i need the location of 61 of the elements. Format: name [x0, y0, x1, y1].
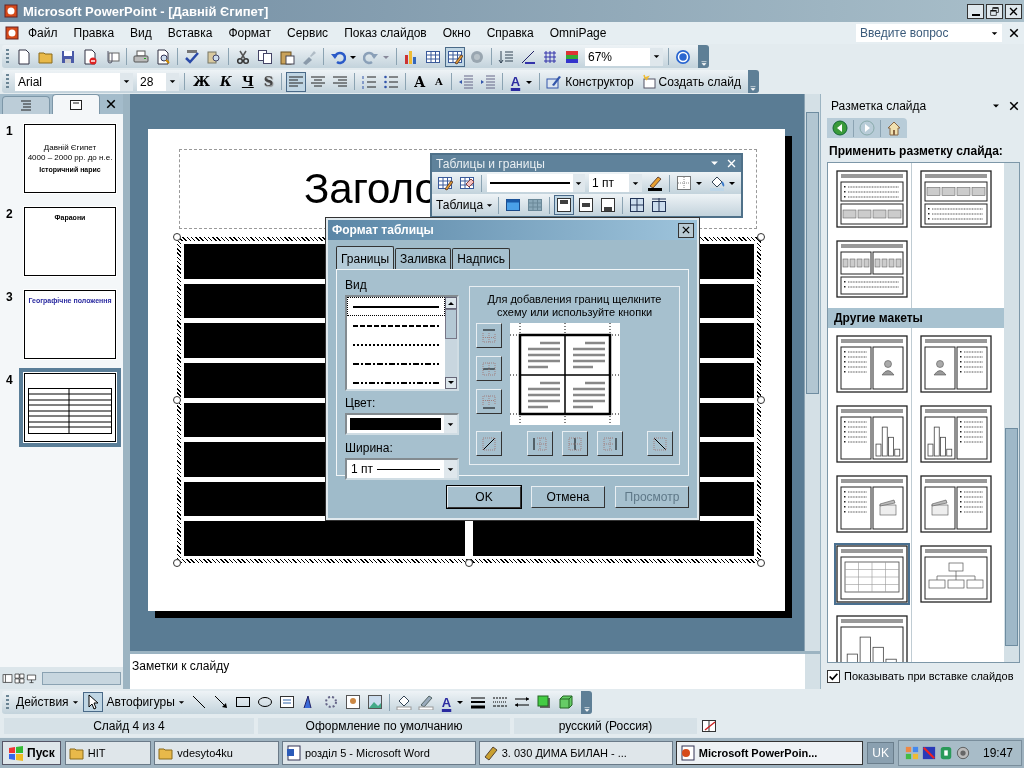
table-menu[interactable]: Таблица	[434, 195, 496, 215]
autoshapes-menu[interactable]: Автофигуры	[103, 692, 188, 712]
task-pane-title: Разметка слайда	[831, 99, 928, 113]
design-button[interactable]: Конструктор	[543, 71, 637, 92]
checkbox-label: Показывать при вставке слайдов	[844, 670, 1014, 682]
new-slide-button[interactable]: Создать слайд	[636, 71, 744, 92]
clock: 19:47	[982, 746, 1013, 760]
actions-menu[interactable]: Действия	[13, 692, 82, 712]
slide-number: 2	[6, 207, 14, 221]
grow-font-button[interactable]: A	[409, 71, 431, 92]
menu-item[interactable]: Файл	[20, 26, 66, 40]
hint-text: Для добавления границ щелкните схему или используйте кнопки	[486, 293, 663, 319]
taskbar-button[interactable]: vdesyto4ku	[154, 741, 279, 765]
start-button[interactable]: Пуск	[2, 741, 61, 765]
zoom-combo[interactable]: 67%	[585, 47, 663, 66]
menu-item[interactable]: Справка	[478, 26, 542, 40]
menu-item[interactable]: Вид	[122, 26, 160, 40]
field-label: Ширина:	[345, 441, 394, 455]
font-color-button[interactable]: A	[436, 692, 457, 712]
shadow-button[interactable]: S	[258, 71, 279, 92]
field-label: Вид	[345, 278, 368, 292]
slide-number: 3	[6, 290, 14, 304]
toolbar-title: Таблицы и границы	[436, 156, 546, 171]
font-color-button[interactable]: A	[505, 71, 526, 92]
help-search-field[interactable]: Введите вопрос	[856, 24, 1002, 42]
dialog-tab[interactable]: Заливка	[395, 248, 452, 269]
taskbar-button[interactable]: 3. 030 ДИМА БИЛАН - ...	[478, 741, 673, 765]
status-field: Слайд 4 из 4	[4, 718, 254, 734]
font-size-combo[interactable]: 28	[137, 72, 179, 91]
width-combo[interactable]: 1 пт	[345, 458, 459, 480]
section-heading: Применить разметку слайда:	[828, 143, 1004, 160]
menu-item[interactable]: OmniPage	[541, 26, 615, 40]
shrink-font-button[interactable]: A	[430, 71, 448, 92]
status-field: Оформление по умолчанию	[258, 718, 510, 734]
thumbnail-text: Давній Єгипет	[43, 143, 97, 152]
menu-item[interactable]: Окно	[434, 26, 479, 40]
thumbnail-text: 4000 – 2000 рр. до н.е.	[27, 153, 113, 162]
menu-item[interactable]: Показ слайдов	[336, 26, 435, 40]
taskbar-button[interactable]: розділ 5 - Microsoft Word	[281, 741, 476, 765]
slide-number: 4	[6, 373, 14, 387]
slide-number: 1	[6, 124, 14, 138]
line-width-combo[interactable]: 1 пт	[588, 174, 643, 192]
status-field: русский (Россия)	[514, 718, 697, 734]
window-title: Microsoft PowerPoint - [Давній Єгипет]	[23, 3, 269, 19]
dialog-button[interactable]: OK	[447, 486, 521, 508]
menu-item[interactable]: Формат	[220, 26, 280, 40]
dialog-button[interactable]: Отмена	[531, 486, 605, 508]
menu-item[interactable]: Сервис	[279, 26, 337, 40]
field-label: Цвет:	[345, 396, 377, 410]
dialog-tab[interactable]: Надпись	[452, 248, 510, 269]
italic-button[interactable]: К	[215, 71, 237, 92]
menu-item[interactable]: Правка	[65, 26, 123, 40]
taskbar-button[interactable]: HIT	[64, 741, 152, 765]
font-combo[interactable]: Arial	[15, 72, 133, 91]
bold-button[interactable]: Ж	[188, 71, 216, 92]
underline-button[interactable]: Ч	[236, 71, 259, 92]
dialog-tab[interactable]: Границы	[336, 246, 394, 269]
taskbar-button[interactable]: Microsoft PowerPoin...	[675, 741, 864, 765]
section-header: Другие макеты	[828, 308, 1004, 328]
menu-item[interactable]: Вставка	[159, 26, 221, 40]
notes-field[interactable]: Заметки к слайду	[130, 651, 805, 689]
